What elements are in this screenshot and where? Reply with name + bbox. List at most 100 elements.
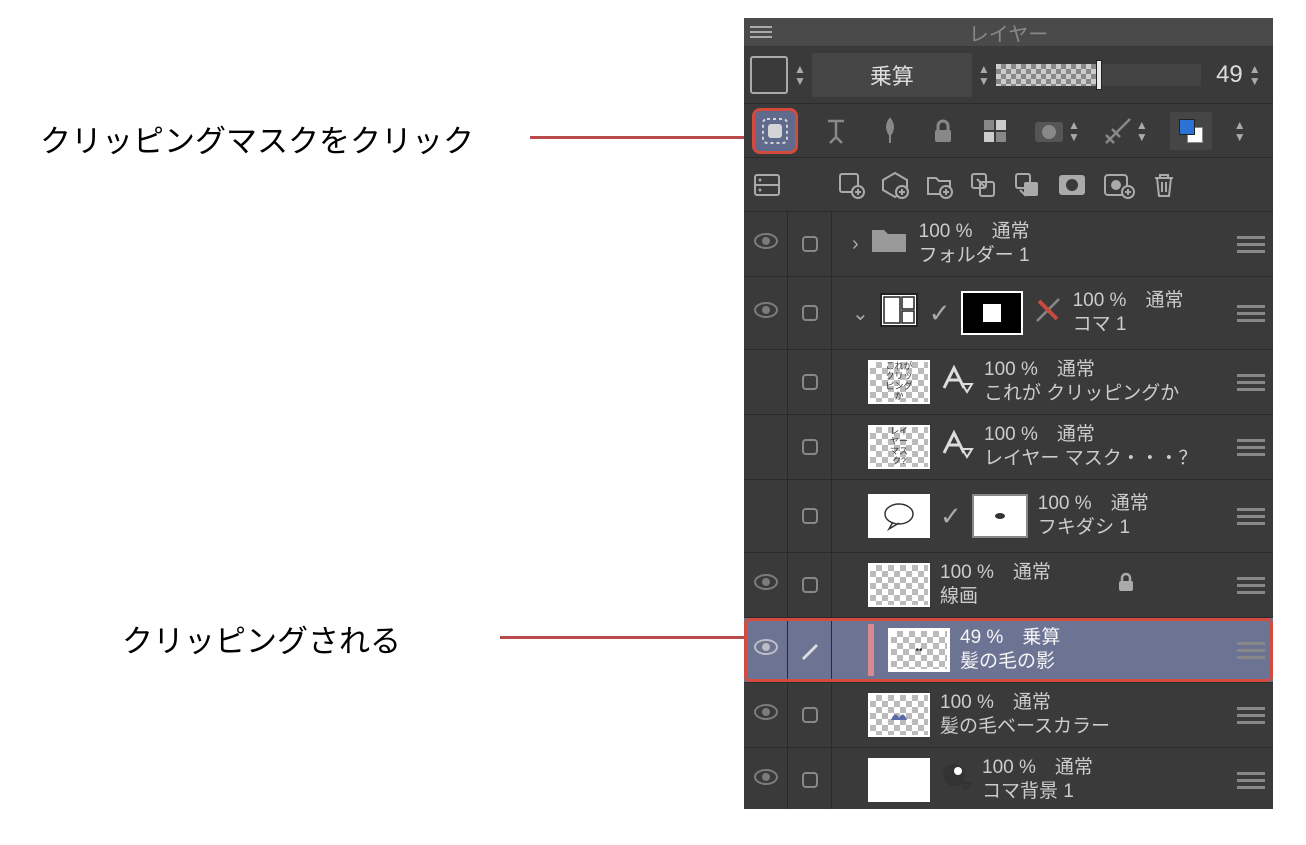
visibility-toggle[interactable] <box>753 573 779 597</box>
merge-down-icon[interactable] <box>1012 170 1042 200</box>
layer-menu-icon[interactable] <box>1237 439 1265 456</box>
layer-action-row <box>744 158 1273 212</box>
panel-view-icon[interactable] <box>752 170 782 200</box>
check-icon: ✓ <box>940 501 962 532</box>
lock-icon[interactable] <box>928 116 958 146</box>
layer-name: 線画 <box>940 585 1051 609</box>
layer-row-line[interactable]: 100 % 通常線画 <box>744 553 1273 618</box>
layer-name: これが クリッピングか <box>984 382 1179 406</box>
layer-thumbnail[interactable] <box>868 758 930 802</box>
clipping-mask-button[interactable] <box>752 108 798 154</box>
layer-menu-icon[interactable] <box>1237 577 1265 594</box>
layer-menu-icon[interactable] <box>1237 508 1265 525</box>
ruler-disabled-icon <box>1033 295 1063 331</box>
ruler-icon[interactable] <box>1102 115 1134 147</box>
lock-icon <box>1114 570 1138 600</box>
layer-name: 髪の毛ベースカラー <box>940 715 1110 739</box>
layer-thumbnail[interactable]: •• <box>888 628 950 672</box>
layer-row-basecolor[interactable]: 100 % 通常髪の毛ベースカラー <box>744 683 1273 748</box>
layer-thumbnail[interactable]: レイヤーマスク? <box>868 425 930 469</box>
visibility-toggle[interactable] <box>753 638 779 662</box>
layercolor-stepper[interactable]: ▲▼ <box>1234 120 1246 142</box>
add-mask-icon[interactable] <box>1056 170 1088 200</box>
draft-column[interactable] <box>788 350 832 414</box>
panel-title: レイヤー <box>969 18 1048 47</box>
layer-thumbnail[interactable] <box>868 494 930 538</box>
mask-stepper[interactable]: ▲▼ <box>1068 120 1080 142</box>
layer-mask-thumbnail[interactable] <box>972 494 1028 538</box>
visibility-toggle[interactable] <box>753 232 779 256</box>
layer-header-row: ▲▼ 乗算 ▲▼ 49 ▲▼ <box>744 46 1273 104</box>
visibility-toggle[interactable] <box>753 703 779 727</box>
opacity-value: 49 <box>1207 61 1243 89</box>
layer-name: コマ 1 <box>1073 313 1184 337</box>
color-stepper[interactable]: ▲▼ <box>794 64 806 86</box>
mask-enable-icon[interactable] <box>1032 114 1066 148</box>
layer-row-text[interactable]: これがクリッピングか 100 % 通常これが クリッピングか <box>744 350 1273 415</box>
lock-transparent-icon[interactable] <box>980 116 1010 146</box>
visibility-toggle[interactable] <box>753 768 779 792</box>
draft-layer-icon[interactable] <box>874 115 906 147</box>
panel-menu-icon[interactable] <box>750 26 772 38</box>
layer-thumbnail[interactable]: これがクリッピングか <box>868 360 930 404</box>
clipping-indicator <box>868 624 874 676</box>
draft-column[interactable] <box>788 553 832 617</box>
visibility-toggle[interactable] <box>744 480 788 552</box>
layer-name: フキダシ 1 <box>1038 516 1149 540</box>
draft-column[interactable] <box>788 748 832 809</box>
fill-layer-icon <box>940 761 972 799</box>
new-vector-layer-icon[interactable] <box>880 170 910 200</box>
new-layer-icon[interactable] <box>836 170 866 200</box>
annotation-line-1 <box>530 136 780 139</box>
delete-layer-icon[interactable] <box>1150 170 1178 200</box>
layer-menu-icon[interactable] <box>1237 305 1265 322</box>
layer-name: フォルダー 1 <box>919 244 1030 268</box>
layer-name: レイヤー マスク・・・？ <box>984 447 1197 471</box>
layer-menu-icon[interactable] <box>1237 374 1265 391</box>
expand-arrow-icon[interactable]: › <box>852 233 859 256</box>
layer-menu-icon[interactable] <box>1237 707 1265 724</box>
new-folder-icon[interactable] <box>924 170 954 200</box>
layer-row-koma[interactable]: ⌄ ✓ 100 % 通常コマ 1 <box>744 277 1273 350</box>
visibility-toggle[interactable] <box>744 350 788 414</box>
visibility-toggle[interactable] <box>744 415 788 479</box>
layer-menu-icon[interactable] <box>1237 642 1265 659</box>
layer-menu-icon[interactable] <box>1237 772 1265 789</box>
draft-column[interactable] <box>788 618 832 682</box>
transfer-down-icon[interactable] <box>968 170 998 200</box>
layer-fg-bg-color[interactable] <box>1170 112 1212 150</box>
layer-thumbnail[interactable] <box>868 693 930 737</box>
draft-column[interactable] <box>788 683 832 747</box>
opacity-stepper[interactable]: ▲▼ <box>1249 64 1261 86</box>
layer-row-balloon[interactable]: ✓ 100 % 通常フキダシ 1 <box>744 480 1273 553</box>
draft-column[interactable] <box>788 415 832 479</box>
annotation-clipped: クリッピングされる <box>122 616 401 661</box>
layer-tool-row: ▲▼ ▲▼ ▲▼ <box>744 104 1273 158</box>
visibility-toggle[interactable] <box>753 301 779 325</box>
layer-list: › 100 % 通常フォルダー 1 ⌄ ✓ 100 % 通常コマ 1 <box>744 212 1273 809</box>
folder-icon <box>869 225 909 263</box>
layer-name: コマ背景 1 <box>982 780 1093 804</box>
blend-mode-select[interactable]: 乗算 <box>812 53 972 97</box>
reference-layer-icon[interactable] <box>820 115 852 147</box>
frame-icon <box>879 292 919 334</box>
layer-row-shadow-selected[interactable]: •• 49 % 乗算髪の毛の影 <box>744 618 1273 683</box>
draft-column[interactable] <box>788 212 832 276</box>
layer-mask-thumbnail[interactable] <box>961 291 1023 335</box>
collapse-arrow-icon[interactable]: ⌄ <box>852 301 869 326</box>
check-icon: ✓ <box>929 298 951 329</box>
draft-column[interactable] <box>788 480 832 552</box>
panel-title-bar: レイヤー <box>744 18 1273 46</box>
blend-stepper[interactable]: ▲▼ <box>978 64 990 86</box>
layer-color-swatch[interactable] <box>750 56 788 94</box>
layer-panel: レイヤー ▲▼ 乗算 ▲▼ 49 ▲▼ ▲▼ ▲▼ ▲ <box>744 18 1273 809</box>
layer-row-bg[interactable]: 100 % 通常コマ背景 1 <box>744 748 1273 809</box>
layer-menu-icon[interactable] <box>1237 236 1265 253</box>
draft-column[interactable] <box>788 277 832 349</box>
layer-thumbnail[interactable] <box>868 563 930 607</box>
opacity-slider[interactable] <box>996 64 1201 86</box>
layer-row-text[interactable]: レイヤーマスク? 100 % 通常レイヤー マスク・・・？ <box>744 415 1273 480</box>
apply-mask-icon[interactable] <box>1102 170 1136 200</box>
layer-row-folder[interactable]: › 100 % 通常フォルダー 1 <box>744 212 1273 277</box>
ruler-stepper[interactable]: ▲▼ <box>1136 120 1148 142</box>
